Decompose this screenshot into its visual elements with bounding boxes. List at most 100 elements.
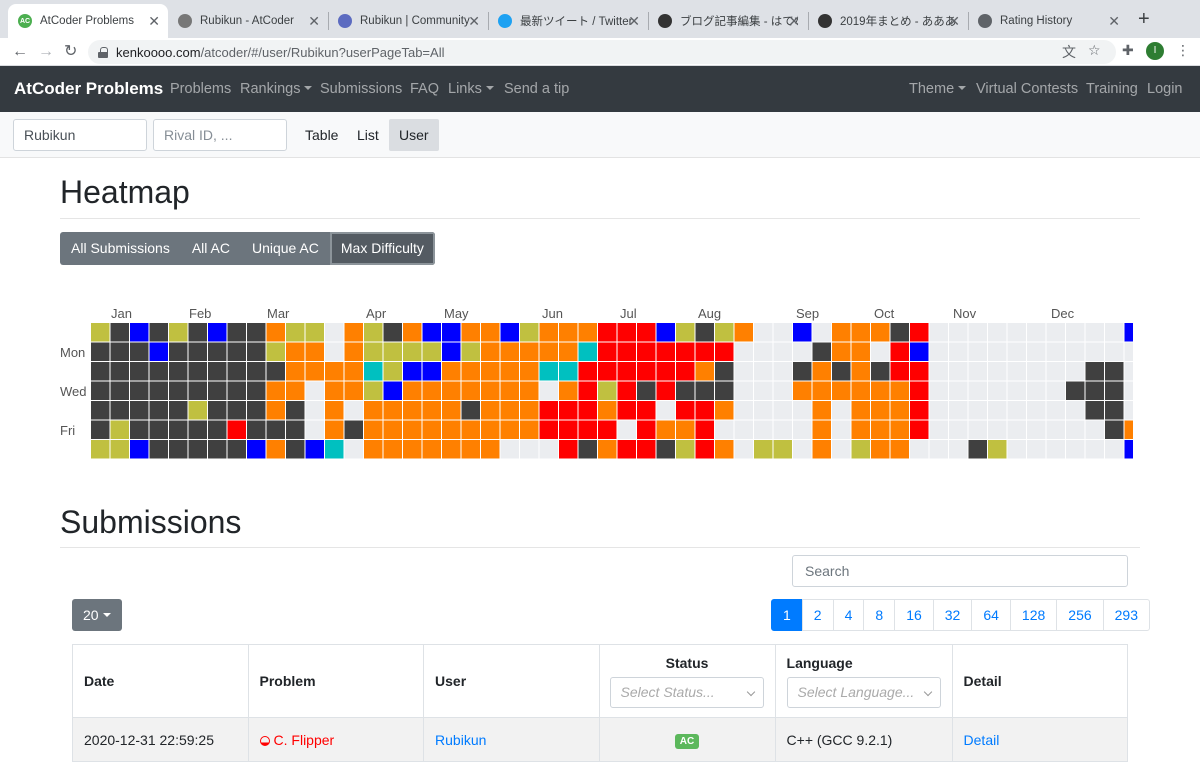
heatmap-cell xyxy=(266,401,285,420)
all-ac-button[interactable]: All AC xyxy=(180,232,241,265)
new-tab-icon[interactable]: + xyxy=(1138,9,1150,29)
browser-toolbar: ← → ↻ kenkoooo.com/atcoder/#/user/Rubiku… xyxy=(0,38,1200,66)
page-link[interactable]: 8 xyxy=(863,599,896,631)
nav-login[interactable]: Login xyxy=(1147,81,1182,97)
close-tab-icon[interactable]: ✕ xyxy=(308,13,320,30)
caret-down-icon xyxy=(304,86,313,90)
nav-links-dropdown[interactable]: Links xyxy=(448,81,494,97)
nav-submissions[interactable]: Submissions xyxy=(320,81,402,97)
problem-link[interactable]: C. Flipper xyxy=(274,732,335,748)
rival-id-input[interactable] xyxy=(153,119,287,151)
nav-virtual-contests[interactable]: Virtual Contests xyxy=(976,81,1078,97)
page-link[interactable]: 293 xyxy=(1102,599,1150,631)
page-link[interactable]: 32 xyxy=(932,599,973,631)
browser-tab-hatena-edit[interactable]: ブログ記事編集 - はてな ✕ xyxy=(648,4,808,38)
nav-theme-dropdown[interactable]: Theme xyxy=(909,81,967,97)
heatmap-cell xyxy=(968,342,987,361)
heatmap-cell xyxy=(91,401,110,420)
close-tab-icon[interactable]: ✕ xyxy=(148,13,160,30)
heatmap-cell xyxy=(539,323,558,342)
tab-user[interactable]: User xyxy=(389,119,439,151)
page-link[interactable]: 256 xyxy=(1056,599,1104,631)
close-tab-icon[interactable]: ✕ xyxy=(948,13,960,30)
heatmap-cell xyxy=(442,323,461,342)
heatmap-cell xyxy=(461,323,480,342)
browser-tab-atcoder-problems[interactable]: AC AtCoder Problems ✕ xyxy=(8,4,168,38)
heatmap-cell xyxy=(1085,381,1104,400)
date-column-header[interactable]: Date xyxy=(72,644,249,718)
submission-date: 2020-12-31 22:59:25 xyxy=(72,717,249,762)
nav-training[interactable]: Training xyxy=(1086,81,1138,97)
heatmap-cell xyxy=(988,381,1007,400)
problem-column-header[interactable]: Problem xyxy=(247,644,425,718)
heatmap-cell xyxy=(812,420,831,439)
status-filter-select[interactable]: Select Status... xyxy=(609,676,764,708)
status-column-label[interactable]: Status xyxy=(611,655,764,671)
user-link[interactable]: Rubikun xyxy=(435,732,486,748)
extensions-puzzle-icon[interactable]: ✚ xyxy=(1122,42,1134,59)
max-difficulty-button[interactable]: Max Difficulty xyxy=(329,232,435,265)
browser-tab-twitter[interactable]: 最新ツイート / Twitter ✕ xyxy=(488,4,648,38)
profile-avatar[interactable]: I xyxy=(1146,42,1164,60)
nav-problems[interactable]: Problems xyxy=(170,81,231,97)
reload-icon[interactable]: ↻ xyxy=(64,41,77,63)
nav-faq[interactable]: FAQ xyxy=(410,81,439,97)
nav-send-a-tip[interactable]: Send a tip xyxy=(504,81,569,97)
browser-tab-hatena-2019[interactable]: 2019年まとめ - あああ ✕ xyxy=(808,4,968,38)
language-column-label[interactable]: Language xyxy=(787,655,941,671)
heatmap-cell xyxy=(325,401,344,420)
bookmark-star-icon[interactable]: ☆ xyxy=(1088,42,1101,59)
page-link[interactable]: 128 xyxy=(1009,599,1058,631)
heatmap-cell xyxy=(559,401,578,420)
unique-ac-button[interactable]: Unique AC xyxy=(240,232,330,265)
heatmap-cell xyxy=(422,401,441,420)
heatmap-cell xyxy=(286,381,305,400)
language-filter-select[interactable]: Select Language... xyxy=(786,676,941,708)
user-id-input[interactable] xyxy=(13,119,147,151)
address-bar[interactable]: kenkoooo.com/atcoder/#/user/Rubikun?user… xyxy=(88,40,1116,64)
close-tab-icon[interactable]: ✕ xyxy=(1108,13,1120,30)
all-submissions-button[interactable]: All Submissions xyxy=(60,232,181,265)
caret-down-icon xyxy=(958,86,967,90)
heatmap-cell xyxy=(325,362,344,381)
page-link[interactable]: 16 xyxy=(894,599,934,631)
translate-icon[interactable]: 文 xyxy=(1062,42,1076,62)
heatmap-cell xyxy=(130,362,149,381)
detail-link[interactable]: Detail xyxy=(964,732,1000,748)
tab-title: Rubikun | Community xyxy=(360,15,470,27)
page-size-dropdown[interactable]: 20 xyxy=(72,599,122,631)
tab-table[interactable]: Table xyxy=(295,119,348,151)
brand-logo[interactable]: AtCoder Problems xyxy=(14,79,163,99)
heatmap-cell xyxy=(793,381,812,400)
atcoder-icon: AC xyxy=(18,14,32,28)
heatmap-cell xyxy=(617,420,636,439)
forward-arrow-icon[interactable]: → xyxy=(38,41,54,63)
browser-tab-rating-history[interactable]: Rating History ✕ xyxy=(968,4,1128,38)
heatmap-cell xyxy=(169,381,188,400)
heatmap-cell xyxy=(1124,342,1133,361)
heatmap-cell xyxy=(520,401,539,420)
page-link[interactable]: 64 xyxy=(971,599,1011,631)
back-arrow-icon[interactable]: ← xyxy=(12,41,28,63)
nav-rankings-dropdown[interactable]: Rankings xyxy=(240,81,313,97)
heatmap-cell xyxy=(910,323,929,342)
browser-tab-rubikun-atcoder[interactable]: Rubikun - AtCoder ✕ xyxy=(168,4,328,38)
heatmap-cell xyxy=(461,440,480,459)
close-tab-icon[interactable]: ✕ xyxy=(468,13,480,30)
heatmap-cell xyxy=(617,362,636,381)
heatmap-cell xyxy=(364,362,383,381)
heatmap-cell xyxy=(968,381,987,400)
user-column-header[interactable]: User xyxy=(423,644,600,718)
page-link[interactable]: 4 xyxy=(832,599,865,631)
heatmap-cell xyxy=(617,401,636,420)
submissions-search-input[interactable] xyxy=(792,555,1128,587)
close-tab-icon[interactable]: ✕ xyxy=(628,13,640,30)
heatmap-cell xyxy=(1066,381,1085,400)
close-tab-icon[interactable]: ✕ xyxy=(788,13,800,30)
menu-kebab-icon[interactable]: ⋮ xyxy=(1176,42,1190,59)
heatmap-cell xyxy=(169,323,188,342)
tab-list[interactable]: List xyxy=(347,119,389,151)
page-link[interactable]: 2 xyxy=(801,599,834,631)
browser-tab-community[interactable]: Rubikun | Community ✕ xyxy=(328,4,488,38)
page-link[interactable]: 1 xyxy=(771,599,803,631)
